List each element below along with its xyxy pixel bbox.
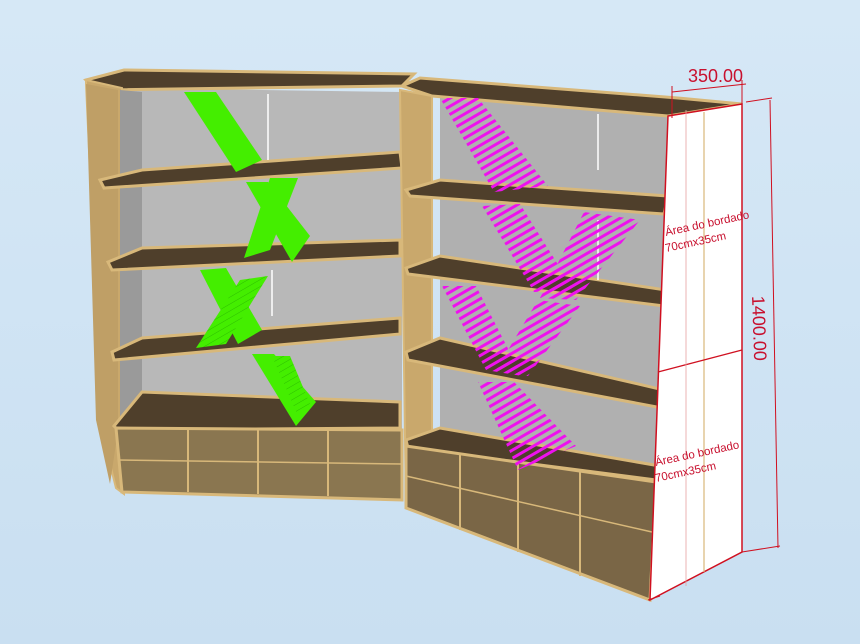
bookshelf-model: 350.00 1400.00 Área do bordado 70cmx35cm… (83, 66, 781, 603)
left-top-board (83, 68, 418, 92)
left-side-inner (86, 84, 118, 484)
dimension-height-label: 1400.00 (748, 295, 770, 361)
left-bookcase (83, 68, 418, 502)
model-viewport[interactable]: 350.00 1400.00 Área do bordado 70cmx35cm… (0, 0, 860, 644)
dimension-width-label: 350.00 (688, 66, 743, 86)
right-bookcase (397, 76, 743, 603)
